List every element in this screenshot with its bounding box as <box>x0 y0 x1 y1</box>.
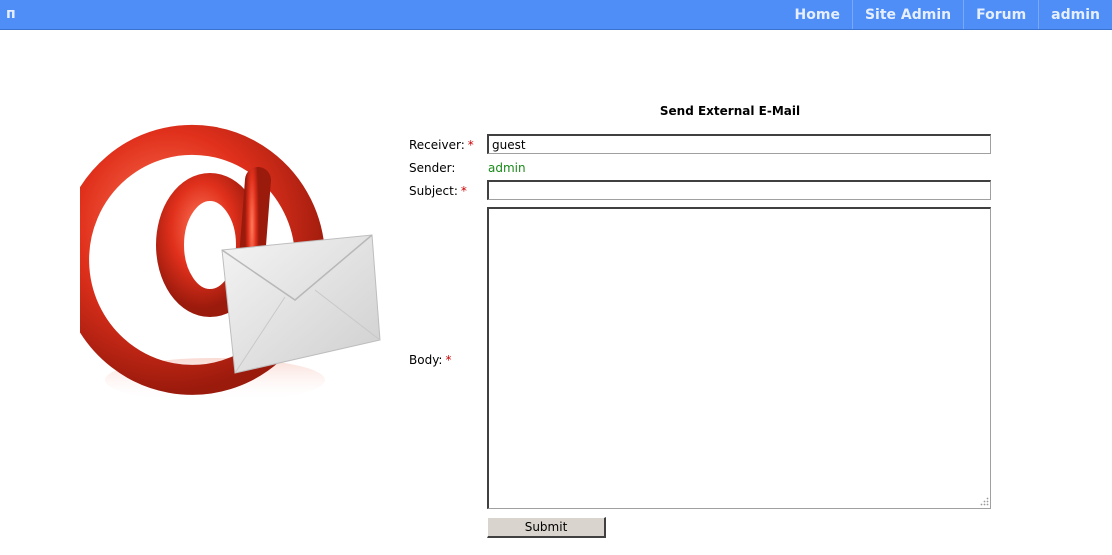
body-textarea[interactable] <box>487 207 991 509</box>
sender-label: Sender: <box>409 161 456 175</box>
brand-logo[interactable]: п <box>6 6 16 22</box>
sender-value: admin <box>488 161 526 175</box>
nav-user-admin-link[interactable]: admin <box>1038 0 1112 29</box>
receiver-label-text: Receiver: <box>409 138 465 152</box>
envelope-icon <box>221 234 381 374</box>
required-marker: * <box>467 138 474 152</box>
required-marker: * <box>460 184 467 198</box>
form-title: Send External E-Mail <box>659 104 801 118</box>
body-label: Body: * <box>409 353 451 367</box>
subject-input[interactable] <box>487 180 991 200</box>
required-marker: * <box>445 353 452 367</box>
nav-site-admin-link[interactable]: Site Admin <box>851 0 963 29</box>
submit-button[interactable]: Submit <box>487 517 606 538</box>
email-at-envelope-icon <box>80 124 381 402</box>
receiver-label: Receiver: * <box>409 138 474 152</box>
nav-forum-link[interactable]: Forum <box>963 0 1038 29</box>
nav-home-link[interactable]: Home <box>783 0 852 29</box>
subject-label: Subject: * <box>409 184 467 198</box>
subject-label-text: Subject: <box>409 184 458 198</box>
receiver-input[interactable] <box>487 134 991 154</box>
main-nav: Home Site Admin Forum admin <box>783 0 1112 29</box>
top-nav-bar: п Home Site Admin Forum admin <box>0 0 1112 30</box>
resize-grip-icon[interactable] <box>979 496 989 506</box>
body-label-text: Body: <box>409 353 443 367</box>
